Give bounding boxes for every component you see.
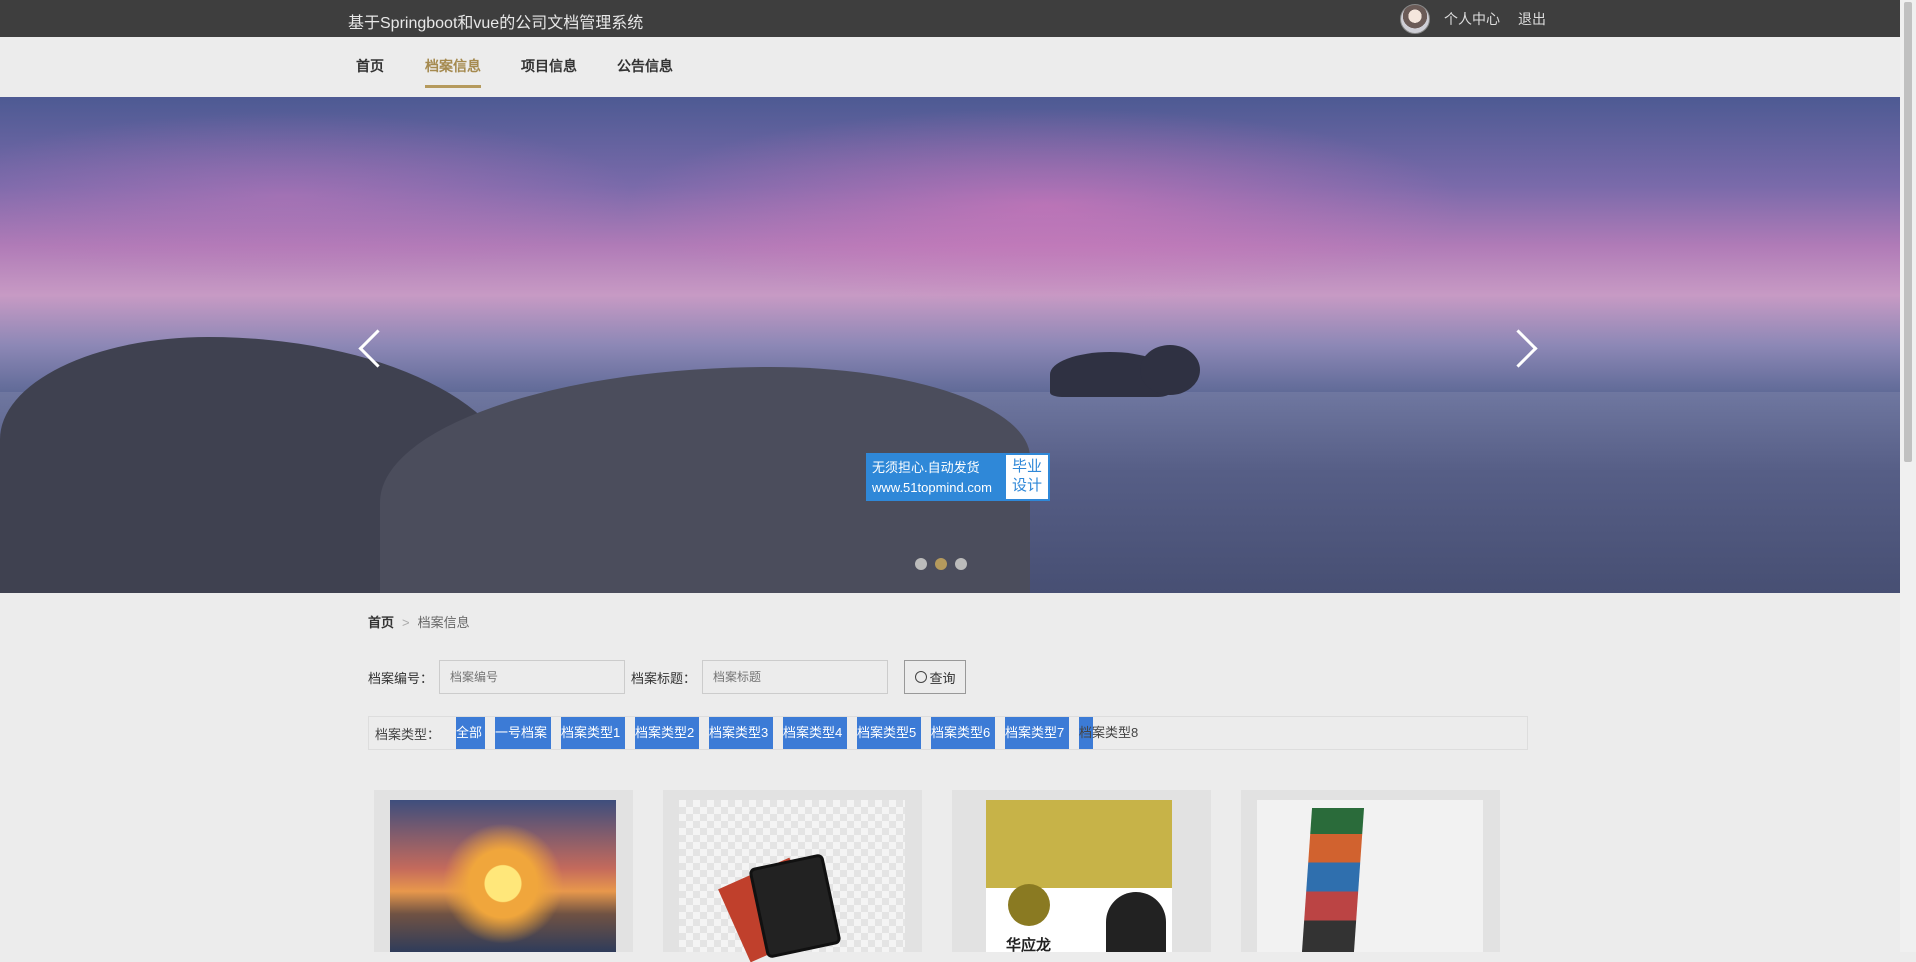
watermark-right1: 毕业 [1011, 458, 1042, 475]
archive-card[interactable]: 华应龙 [952, 790, 1211, 954]
archive-card[interactable] [1241, 790, 1500, 952]
breadcrumb-home[interactable]: 首页 [368, 615, 394, 630]
type-tag[interactable]: 一号档案 [495, 717, 552, 749]
magazine-stand [1301, 808, 1365, 952]
top-bar: 基于Springboot和vue的公司文档管理系统 个人中心 退出 [0, 0, 1900, 37]
carousel-dot[interactable] [955, 558, 967, 570]
type-tag[interactable]: 档案类型8 [1079, 717, 1139, 749]
carousel-dot[interactable] [935, 558, 947, 570]
archive-card-image [679, 800, 905, 962]
breadcrumb: 首页 > 档案信息 [368, 612, 470, 631]
archive-card[interactable] [374, 790, 633, 952]
watermark-left: 无须担心.自动发货 www.51topmind.com [868, 455, 1006, 499]
archive-card[interactable] [663, 790, 922, 962]
type-tag[interactable]: 档案类型6 [931, 717, 996, 749]
avatar[interactable] [1400, 4, 1430, 34]
watermark-logo: 无须担心.自动发货 www.51topmind.com 毕业 设计 [866, 453, 1050, 501]
nav-item-archive[interactable]: 档案信息 [425, 56, 481, 88]
type-tag[interactable]: 档案类型3 [709, 717, 774, 749]
carousel-next-button[interactable] [1499, 317, 1545, 377]
watermark-right2: 设计 [1011, 477, 1042, 494]
breadcrumb-current: 档案信息 [417, 615, 470, 630]
book-person [1106, 892, 1166, 952]
nav-item-project[interactable]: 项目信息 [521, 56, 577, 85]
chevron-right-icon [1499, 329, 1538, 368]
watermark-right: 毕业 设计 [1006, 455, 1048, 499]
logout-link[interactable]: 退出 [1518, 9, 1546, 29]
breadcrumb-separator: > [402, 615, 410, 630]
title-label: 档案标题： [631, 670, 697, 686]
page-scrollbar[interactable] [1900, 0, 1916, 952]
book-badge [1008, 884, 1050, 926]
search-icon [914, 671, 927, 683]
watermark-line2: www.51topmind.com [872, 480, 992, 495]
banner-carousel[interactable]: 无须担心.自动发货 www.51topmind.com 毕业 设计 [0, 97, 1900, 593]
archive-card-image: 华应龙 [986, 800, 1172, 954]
nav-item-home[interactable]: 首页 [356, 56, 384, 85]
query-button-label: 查询 [929, 670, 956, 686]
search-form: 档案编号： 档案标题： 查询 [368, 660, 967, 694]
chevron-left-icon [358, 329, 397, 368]
main-nav: 首页 档案信息 项目信息 公告信息 [0, 37, 1900, 97]
carousel-dot[interactable] [915, 558, 927, 570]
carousel-dots [915, 558, 967, 570]
type-tag[interactable]: 档案类型4 [783, 717, 848, 749]
type-filter: 档案类型： 全部 一号档案 档案类型1 档案类型2 档案类型3 档案类型4 档案… [368, 716, 1528, 750]
user-area: 个人中心 退出 [1400, 4, 1564, 34]
type-tag[interactable]: 档案类型1 [561, 717, 626, 749]
type-tag[interactable]: 档案类型2 [635, 717, 700, 749]
type-tag[interactable]: 档案类型7 [1005, 717, 1070, 749]
title-input[interactable] [702, 660, 889, 694]
code-label: 档案编号： [368, 670, 434, 686]
personal-center-link[interactable]: 个人中心 [1444, 9, 1500, 29]
query-button[interactable]: 查询 [904, 660, 967, 694]
archive-card-image [1257, 800, 1483, 952]
app-title: 基于Springboot和vue的公司文档管理系统 [348, 15, 644, 32]
carousel-prev-button[interactable] [350, 317, 397, 377]
type-tag-all[interactable]: 全部 [456, 717, 486, 749]
archive-card-image [390, 800, 616, 952]
nav-item-notice[interactable]: 公告信息 [617, 56, 673, 85]
type-tag[interactable]: 档案类型5 [857, 717, 922, 749]
scrollbar-thumb[interactable] [1904, 2, 1912, 462]
code-input[interactable] [439, 660, 626, 694]
watermark-line1: 无须担心.自动发货 [872, 460, 980, 475]
banner-rock-island2 [1140, 345, 1200, 395]
type-label: 档案类型： [375, 726, 441, 742]
